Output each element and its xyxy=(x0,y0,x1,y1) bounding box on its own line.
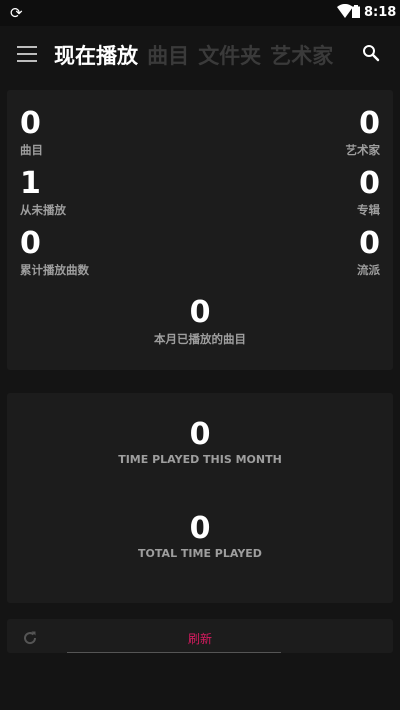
stat-value: 0 xyxy=(189,295,211,330)
stat-label: 从未播放 xyxy=(20,203,66,217)
app-bar: 现在播放 曲目 文件夹 艺术家 xyxy=(0,26,400,82)
stat-label: 流派 xyxy=(357,263,380,277)
tab-folders[interactable]: 文件夹 xyxy=(198,40,261,70)
search-icon[interactable] xyxy=(362,44,380,62)
sync-icon: ⟳ xyxy=(10,4,23,22)
tab-artists[interactable]: 艺术家 xyxy=(270,40,333,70)
stat-genres: 0 流派 xyxy=(357,228,380,278)
stat-label: 累计播放曲数 xyxy=(20,263,89,277)
tab-now-playing[interactable]: 现在播放 xyxy=(54,40,138,70)
battery-icon xyxy=(352,5,360,18)
stat-label: TOTAL TIME PLAYED xyxy=(138,547,262,560)
stat-tracks: 0 曲目 xyxy=(20,108,43,158)
stat-value: 0 xyxy=(359,106,380,141)
stat-value: 0 xyxy=(359,226,380,261)
library-stats-card: 0 曲目 0 艺术家 1 从未播放 0 专辑 0 累计播放曲数 0 流派 0 本… xyxy=(7,90,393,370)
stat-value: 0 xyxy=(20,226,41,261)
status-time: 8:18 xyxy=(364,5,397,20)
stat-total-time: 0 TOTAL TIME PLAYED xyxy=(7,511,393,561)
divider xyxy=(67,652,281,653)
tab-tracks[interactable]: 曲目 xyxy=(147,40,189,70)
stat-value: 1 xyxy=(20,166,41,201)
stat-played-this-month: 0 本月已播放的曲目 xyxy=(7,297,393,347)
stat-label: TIME PLAYED THIS MONTH xyxy=(118,453,282,466)
refresh-card[interactable]: 刷新 xyxy=(7,619,393,653)
stat-label: 曲目 xyxy=(20,143,43,157)
menu-icon[interactable] xyxy=(17,46,37,62)
status-bar: ⟳ 8:18 xyxy=(0,0,400,26)
time-played-card: 0 TIME PLAYED THIS MONTH 0 TOTAL TIME PL… xyxy=(7,393,393,603)
stat-artists: 0 艺术家 xyxy=(346,108,381,158)
wifi-icon xyxy=(337,4,353,18)
stat-value: 0 xyxy=(189,417,211,452)
stat-label: 专辑 xyxy=(357,203,380,217)
tab-bar: 现在播放 曲目 文件夹 艺术家 xyxy=(54,40,337,70)
stat-label: 本月已播放的曲目 xyxy=(154,332,246,346)
stat-label: 艺术家 xyxy=(345,143,381,157)
stat-value: 0 xyxy=(20,106,41,141)
stat-albums: 0 专辑 xyxy=(357,168,380,218)
stat-total-plays: 0 累计播放曲数 xyxy=(20,228,89,278)
refresh-button[interactable]: 刷新 xyxy=(7,630,393,647)
stat-time-this-month: 0 TIME PLAYED THIS MONTH xyxy=(7,417,393,467)
stat-value: 0 xyxy=(359,166,380,201)
stat-never-played: 1 从未播放 xyxy=(20,168,66,218)
stat-value: 0 xyxy=(189,511,211,546)
